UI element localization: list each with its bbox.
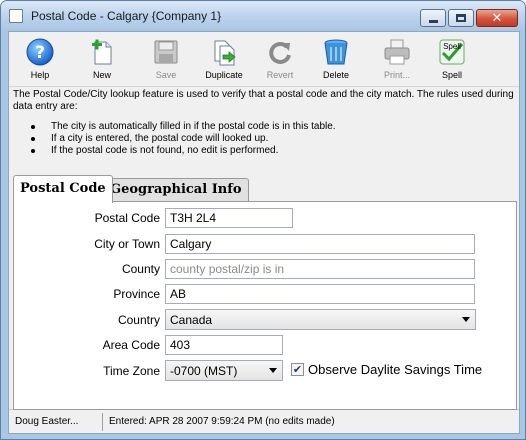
duplicate-icon xyxy=(214,40,236,66)
revert-label: Revert xyxy=(266,70,294,80)
client-area: ? Help New Save Duplicate Revert Delete … xyxy=(8,31,520,434)
minimize-icon xyxy=(428,19,438,23)
county-input[interactable] xyxy=(165,259,475,279)
revert-icon xyxy=(269,41,291,64)
checkmark-icon: ✔ xyxy=(292,363,303,376)
county-label: County xyxy=(121,262,160,276)
duplicate-button[interactable]: Duplicate xyxy=(199,35,249,85)
app-window: Postal Code - Calgary {Company 1} ✕ ? He… xyxy=(0,0,526,440)
country-value: Canada xyxy=(170,313,213,327)
delete-label: Delete xyxy=(322,70,349,80)
new-document-icon xyxy=(92,39,112,65)
new-label: New xyxy=(92,70,111,80)
rules-list: The city is automatically filled in if t… xyxy=(13,121,517,157)
print-button[interactable]: Print... xyxy=(372,35,422,85)
help-icon: ? xyxy=(26,38,54,66)
duplicate-label: Duplicate xyxy=(205,70,243,80)
save-disk-icon xyxy=(154,40,178,64)
save-label: Save xyxy=(155,70,177,80)
delete-button[interactable]: Delete xyxy=(311,35,361,85)
postal-code-panel: Postal Code City or Town County Province… xyxy=(13,201,517,410)
toolbar: ? Help New Save Duplicate Revert Delete … xyxy=(9,32,519,87)
close-icon: ✕ xyxy=(491,10,503,26)
chevron-down-icon xyxy=(269,368,277,373)
spell-check-icon: Spell xyxy=(439,39,465,65)
status-entered: Entered: APR 28 2007 9:59:24 PM (no edit… xyxy=(109,416,335,427)
postal-code-label: Postal Code xyxy=(94,211,160,225)
province-label: Province xyxy=(113,287,160,301)
maximize-button[interactable] xyxy=(448,9,474,27)
status-bar: Doug Easter... Entered: APR 28 2007 9:59… xyxy=(9,409,519,433)
rule-item: If a city is entered, the postal code wi… xyxy=(13,133,517,145)
save-button[interactable]: Save xyxy=(141,35,191,85)
printer-icon xyxy=(384,39,410,65)
new-button[interactable]: New xyxy=(77,35,127,85)
chevron-down-icon xyxy=(462,317,470,322)
window-icon xyxy=(9,9,23,23)
time-zone-label: Time Zone xyxy=(103,364,160,378)
dst-label[interactable]: Observe Daylite Savings Time xyxy=(308,362,482,377)
status-user: Doug Easter... xyxy=(15,416,79,427)
title-bar[interactable]: Postal Code - Calgary {Company 1} ✕ xyxy=(1,1,525,31)
maximize-icon xyxy=(456,14,466,22)
country-label: Country xyxy=(117,313,160,327)
postal-code-input[interactable] xyxy=(165,208,293,228)
window-title: Postal Code - Calgary {Company 1} xyxy=(31,9,222,23)
print-label: Print... xyxy=(383,70,410,80)
svg-text:Spell: Spell xyxy=(443,42,461,51)
province-input[interactable] xyxy=(165,284,475,304)
tab-postal-code[interactable]: Postal Code xyxy=(13,175,113,203)
status-divider xyxy=(102,413,103,431)
delete-bin-icon xyxy=(324,39,348,65)
area-code-input[interactable] xyxy=(165,335,283,355)
spell-label: Spell xyxy=(441,70,462,80)
rule-item: If the postal code is not found, no edit… xyxy=(13,145,517,157)
city-input[interactable] xyxy=(165,234,475,254)
area-code-label: Area Code xyxy=(102,338,160,352)
info-section: The Postal Code/City lookup feature is u… xyxy=(13,89,517,157)
dst-checkbox[interactable]: ✔ xyxy=(291,363,304,376)
minimize-button[interactable] xyxy=(420,9,446,27)
time-zone-value: -0700 (MST) xyxy=(170,364,238,378)
revert-button[interactable]: Revert xyxy=(255,35,305,85)
city-label: City or Town xyxy=(94,237,160,251)
tab-geographical-info[interactable]: Geographical Info xyxy=(103,178,249,201)
close-button[interactable]: ✕ xyxy=(476,9,518,27)
country-select[interactable]: Canada xyxy=(165,309,476,330)
help-label: Help xyxy=(30,70,50,80)
info-text: The Postal Code/City lookup feature is u… xyxy=(13,89,514,112)
time-zone-select[interactable]: -0700 (MST) xyxy=(165,360,283,381)
spell-button[interactable]: Spell Spell xyxy=(427,35,477,85)
rule-item: The city is automatically filled in if t… xyxy=(13,121,517,133)
svg-text:?: ? xyxy=(35,43,45,63)
help-button[interactable]: ? Help xyxy=(15,35,65,85)
